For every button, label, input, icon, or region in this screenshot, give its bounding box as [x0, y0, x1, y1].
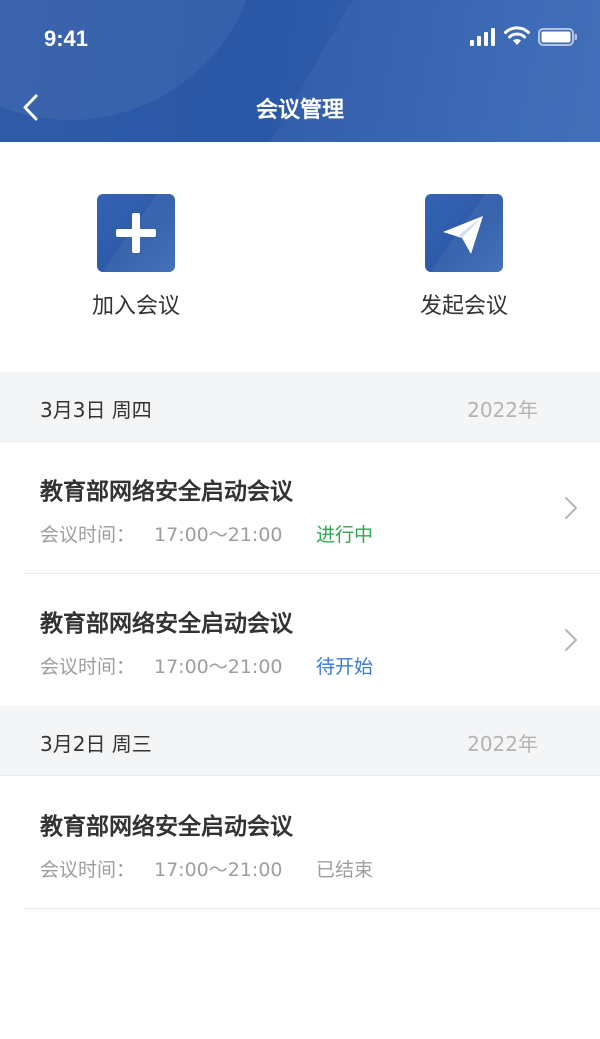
chevron-right-icon: [565, 497, 577, 519]
chevron-right-icon: [565, 629, 577, 651]
meeting-item[interactable]: 教育部网络安全启动会议 会议时间： 17:00～21:00 待开始: [0, 574, 600, 706]
meeting-status: 进行中: [316, 524, 374, 546]
meeting-time: 17:00～21:00: [154, 524, 283, 546]
cellular-signal-icon: [470, 28, 495, 46]
meeting-time: 17:00～21:00: [154, 656, 283, 678]
meeting-status: 待开始: [316, 656, 374, 678]
date-group-header: 3月2日 周三 2022年: [0, 706, 600, 776]
divider: [24, 908, 600, 909]
meeting-item[interactable]: 教育部网络安全启动会议 会议时间： 17:00～21:00 已结束: [0, 777, 600, 909]
group-date: 3月3日 周四: [40, 398, 152, 422]
date-group-header: 3月3日 周四 2022年: [0, 372, 600, 442]
start-meeting-label: 发起会议: [419, 294, 508, 319]
status-time: 9:41: [44, 26, 89, 51]
meeting-status: 已结束: [316, 859, 374, 881]
meeting-title: 教育部网络安全启动会议: [40, 611, 293, 637]
quick-actions: 加入会议 发起会议: [0, 142, 600, 372]
meeting-item[interactable]: 教育部网络安全启动会议 会议时间： 17:00～21:00 进行中: [0, 442, 600, 574]
app-header: 9:41 会议管理: [0, 0, 600, 142]
group-date: 3月2日 周三: [40, 732, 152, 756]
plus-icon: [116, 213, 156, 253]
page-title: 会议管理: [255, 98, 344, 123]
meeting-title: 教育部网络安全启动会议: [40, 814, 293, 840]
start-meeting-button[interactable]: 发起会议: [384, 194, 544, 320]
navigation-bar: 会议管理: [0, 80, 600, 142]
status-bar: 9:41: [0, 0, 600, 80]
start-meeting-tile: [425, 194, 503, 272]
join-meeting-button[interactable]: 加入会议: [56, 194, 216, 320]
meeting-time-label: 会议时间：: [40, 859, 136, 881]
meeting-time: 17:00～21:00: [154, 859, 283, 881]
meeting-time-label: 会议时间：: [40, 656, 136, 678]
meeting-time-label: 会议时间：: [40, 524, 136, 546]
group-year: 2022年: [467, 732, 538, 756]
group-year: 2022年: [467, 398, 538, 422]
paper-plane-icon: [443, 216, 483, 254]
meeting-title: 教育部网络安全启动会议: [40, 479, 293, 505]
join-meeting-label: 加入会议: [91, 294, 180, 319]
wifi-icon: [504, 26, 530, 45]
battery-icon: [538, 28, 577, 46]
join-meeting-tile: [97, 194, 175, 272]
